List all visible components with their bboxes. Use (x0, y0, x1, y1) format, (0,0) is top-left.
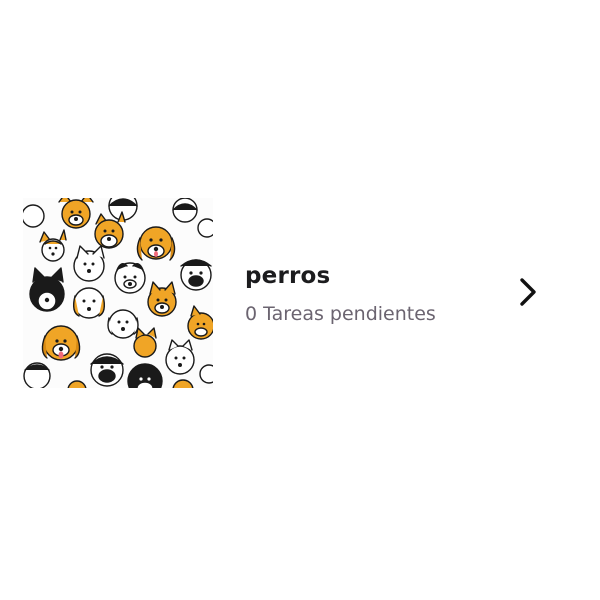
chevron-right-icon[interactable] (514, 276, 542, 308)
list-title: perros (245, 263, 331, 289)
pending-tasks-label: 0 Tareas pendientes (245, 303, 436, 325)
list-thumbnail (23, 198, 213, 388)
list-info: perros 0 Tareas pendientes (245, 262, 505, 326)
list-card-perros[interactable]: perros 0 Tareas pendientes (0, 190, 600, 396)
app-screen: perros 0 Tareas pendientes (0, 0, 600, 600)
dog-pattern-icon (23, 198, 213, 388)
